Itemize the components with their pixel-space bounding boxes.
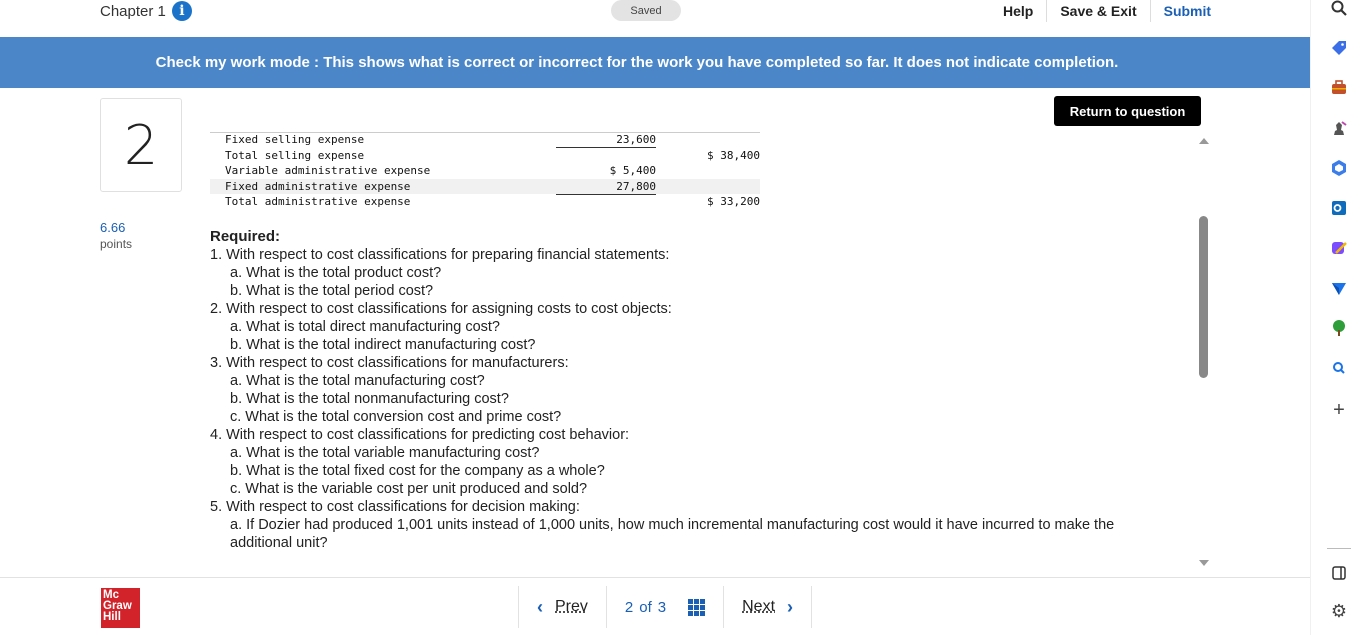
prev-label: Prev <box>555 598 588 615</box>
app-window: Chapter 1 i Saved Help Save & Exit Submi… <box>0 0 1310 635</box>
chapter-label: Chapter 1 <box>100 2 166 20</box>
row-label: Total administrative expense <box>225 195 411 208</box>
help-button[interactable]: Help <box>990 0 1048 22</box>
page-total: 3 <box>657 598 667 616</box>
requirement-line: c. What is the variable cost per unit pr… <box>230 481 588 497</box>
tree-icon[interactable] <box>1329 318 1349 338</box>
search-small-icon[interactable] <box>1329 358 1349 378</box>
table-row: Fixed administrative expense 27,800 <box>210 178 760 195</box>
requirement-line: b. What is the total fixed cost for the … <box>230 463 605 479</box>
requirement-line: b. What is the total nonmanufacturing co… <box>230 391 509 407</box>
browser-sidebar: + ⚙ <box>1310 0 1366 635</box>
row-amount: 27,800 <box>556 180 656 195</box>
page-indicator[interactable]: 2 of 3 <box>607 586 725 628</box>
requirement-line: b. What is the total indirect manufactur… <box>230 337 536 353</box>
requirement-line: 5. With respect to cost classifications … <box>210 499 580 515</box>
chevron-right-icon: › <box>787 596 794 617</box>
row-amount: 23,600 <box>556 133 656 148</box>
tag-icon[interactable] <box>1329 38 1349 58</box>
requirement-line: a. What is the total variable manufactur… <box>230 445 540 461</box>
table-row: Total administrative expense $ 33,200 <box>210 194 760 210</box>
row-label: Variable administrative expense <box>225 164 431 177</box>
chapter-title: Chapter 1 i <box>100 1 192 21</box>
sidebar-divider <box>1327 548 1351 549</box>
required-section: Required: 1. With respect to cost classi… <box>210 228 1150 552</box>
next-label: Next <box>742 598 776 615</box>
question-content: Fixed selling expense 23,600 Total selli… <box>200 128 1190 568</box>
copilot-icon[interactable] <box>1329 158 1349 178</box>
table-row: Total selling expense $ 38,400 <box>210 148 760 164</box>
grid-icon[interactable] <box>688 598 706 616</box>
requirement-line: a. If Dozier had produced 1,001 units in… <box>230 517 1115 551</box>
prev-button[interactable]: ‹ Prev <box>518 586 607 628</box>
return-to-question-button[interactable]: Return to question <box>1054 96 1201 126</box>
requirement-line: b. What is the total period cost? <box>230 283 434 299</box>
info-icon[interactable]: i <box>171 1 192 21</box>
logo-line: Hill <box>103 611 121 623</box>
table-row: Variable administrative expense $ 5,400 <box>210 163 760 179</box>
requirement-line: 4. With respect to cost classifications … <box>210 427 630 443</box>
next-button[interactable]: Next › <box>724 586 813 628</box>
row-amount: $ 5,400 <box>609 164 656 177</box>
requirement-line: 2. With respect to cost classifications … <box>210 301 672 317</box>
footer: Mc Graw Hill ‹ Prev 2 of 3 Next › <box>0 577 1310 635</box>
outlook-icon[interactable] <box>1329 198 1349 218</box>
saved-status-badge: Saved <box>611 0 681 21</box>
send-icon[interactable] <box>1329 278 1349 298</box>
add-icon[interactable]: + <box>1329 399 1349 421</box>
requirement-line: a. What is total direct manufacturing co… <box>230 319 500 335</box>
required-heading: Required: <box>210 228 281 245</box>
top-bar: Chapter 1 i Saved Help Save & Exit Submi… <box>0 0 1310 37</box>
points-display: 6.66 points <box>100 220 132 252</box>
scroll-up-arrow[interactable] <box>1199 138 1209 144</box>
row-label: Fixed administrative expense <box>225 179 411 193</box>
chess-icon[interactable] <box>1329 118 1349 138</box>
points-label: points <box>100 237 133 251</box>
requirement-line: a. What is the total product cost? <box>230 265 442 281</box>
scrollbar-thumb[interactable] <box>1199 216 1208 378</box>
top-actions: Help Save & Exit Submit <box>990 0 1224 22</box>
designer-icon[interactable] <box>1329 238 1349 258</box>
pagination: ‹ Prev 2 of 3 Next › <box>518 586 813 628</box>
page-of: of <box>639 598 652 616</box>
scroll-down-arrow[interactable] <box>1199 560 1209 566</box>
requirement-line: 3. With respect to cost classifications … <box>210 355 569 371</box>
submit-button[interactable]: Submit <box>1151 0 1224 22</box>
save-exit-button[interactable]: Save & Exit <box>1047 0 1151 22</box>
settings-icon[interactable]: ⚙ <box>1329 601 1349 621</box>
requirement-line: c. What is the total conversion cost and… <box>230 409 562 425</box>
briefcase-icon[interactable] <box>1329 78 1349 98</box>
points-value: 6.66 <box>100 220 126 235</box>
search-icon[interactable] <box>1329 0 1349 18</box>
requirement-line: a. What is the total manufacturing cost? <box>230 373 485 389</box>
row-label: Total selling expense <box>225 148 365 162</box>
banner-text: Check my work mode : This shows what is … <box>155 54 1119 71</box>
mcgraw-hill-logo: Mc Graw Hill <box>101 588 140 628</box>
table-row: Fixed selling expense 23,600 <box>210 132 760 148</box>
panel-icon[interactable] <box>1329 563 1349 583</box>
requirement-line: 1. With respect to cost classifications … <box>210 247 670 263</box>
check-work-banner: Check my work mode : This shows what is … <box>0 37 1310 88</box>
chevron-left-icon: ‹ <box>537 596 543 617</box>
expense-table: Fixed selling expense 23,600 Total selli… <box>210 132 760 210</box>
question-number: 2 <box>100 98 182 192</box>
page-current: 2 <box>624 598 634 616</box>
row-label: Fixed selling expense <box>225 133 365 146</box>
row-total: $ 33,200 <box>707 195 760 208</box>
row-total: $ 38,400 <box>707 148 760 162</box>
